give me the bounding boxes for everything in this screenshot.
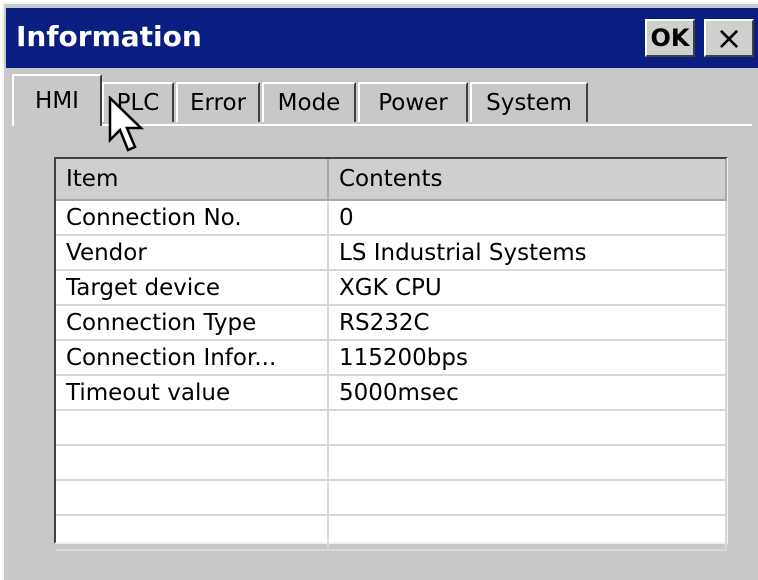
item-cell: Connection No.	[56, 200, 329, 236]
table-row[interactable]: Connection Type RS232C	[56, 305, 727, 341]
contents-cell	[328, 480, 727, 516]
tab-error[interactable]: Error	[176, 82, 260, 122]
contents-cell: 115200bps	[328, 340, 727, 376]
table-row[interactable]	[56, 410, 727, 446]
tab-power[interactable]: Power	[358, 82, 468, 122]
table-row[interactable]: Vendor LS Industrial Systems	[56, 235, 727, 271]
column-header-contents[interactable]: Contents	[328, 159, 727, 201]
item-cell	[56, 445, 329, 481]
table-row[interactable]	[56, 480, 727, 516]
title-bar: Information OK ×	[6, 8, 758, 68]
contents-cell: RS232C	[328, 305, 727, 341]
info-list-panel[interactable]: Item Contents Connection No. 0 Vendor LS I…	[54, 157, 728, 551]
table-row[interactable]	[56, 515, 727, 551]
table-row[interactable]: Connection Infor... 115200bps	[56, 340, 727, 376]
item-cell: Vendor	[56, 235, 329, 271]
contents-cell: 0	[328, 200, 727, 236]
table-row[interactable]: Timeout value 5000msec	[56, 375, 727, 411]
contents-cell	[328, 515, 727, 551]
item-cell	[56, 480, 329, 516]
item-cell	[56, 410, 329, 446]
contents-cell: LS Industrial Systems	[328, 235, 727, 271]
ok-button[interactable]: OK	[645, 19, 695, 57]
item-cell: Target device	[56, 270, 329, 306]
arrow-cursor-icon	[108, 96, 145, 152]
item-cell: Connection Type	[56, 305, 329, 341]
contents-cell	[328, 445, 727, 481]
close-button[interactable]: ×	[704, 19, 754, 57]
table-row[interactable]: Connection No. 0	[56, 200, 727, 236]
table-row[interactable]	[56, 445, 727, 481]
window-title: Information	[16, 20, 202, 53]
tab-system[interactable]: System	[470, 82, 588, 122]
contents-cell: XGK CPU	[328, 270, 727, 306]
info-table: Item Contents Connection No. 0 Vendor LS I…	[56, 159, 727, 551]
header-row: Item Contents	[56, 159, 727, 201]
contents-cell	[328, 410, 727, 446]
tab-hmi[interactable]: HMI	[12, 74, 102, 126]
contents-cell: 5000msec	[328, 375, 727, 411]
column-header-item[interactable]: Item	[56, 159, 329, 201]
table-row[interactable]: Target device XGK CPU	[56, 270, 727, 306]
item-cell: Connection Infor...	[56, 340, 329, 376]
item-cell: Timeout value	[56, 375, 329, 411]
tab-mode[interactable]: Mode	[262, 82, 356, 122]
item-cell	[56, 515, 329, 551]
